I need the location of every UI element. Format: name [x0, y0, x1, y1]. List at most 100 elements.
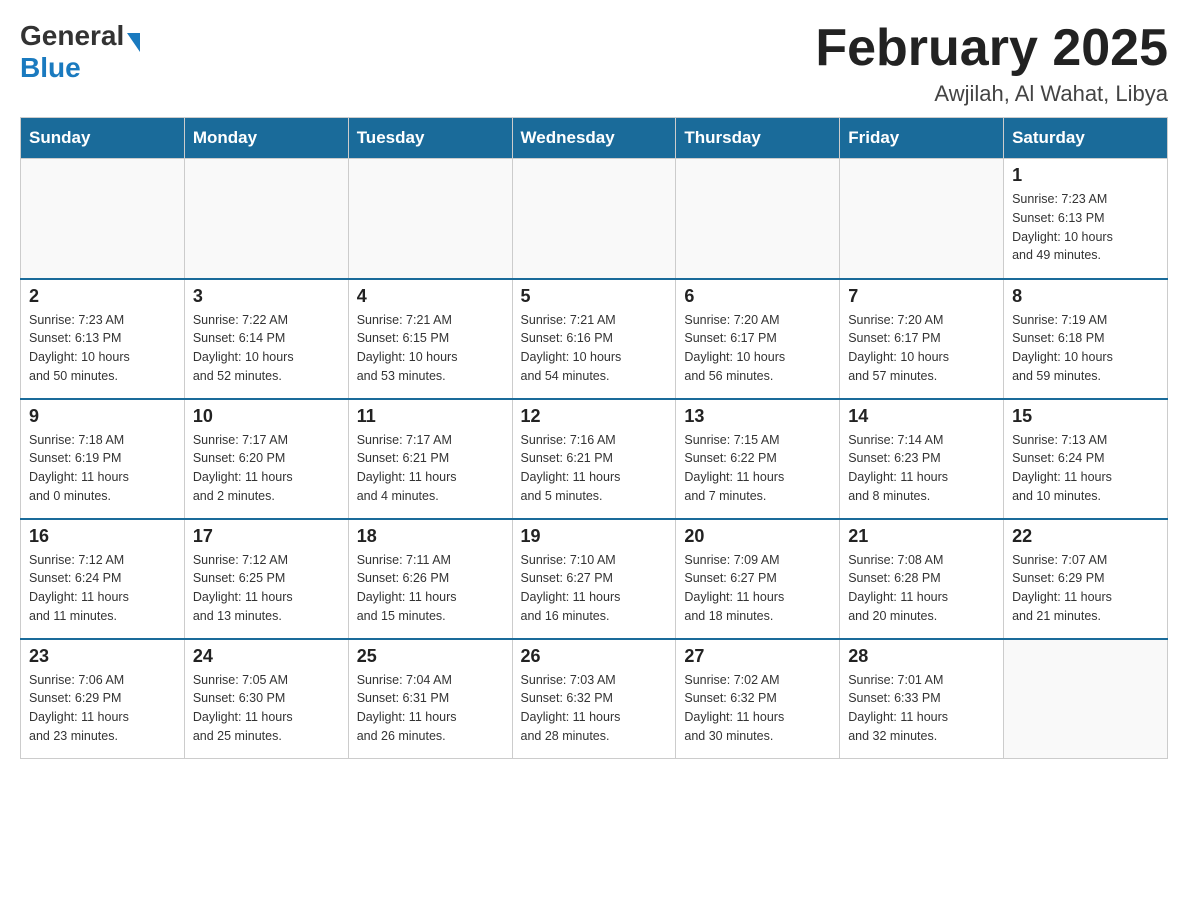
- day-info: Sunrise: 7:17 AMSunset: 6:21 PMDaylight:…: [357, 431, 504, 506]
- day-info: Sunrise: 7:15 AMSunset: 6:22 PMDaylight:…: [684, 431, 831, 506]
- day-number: 15: [1012, 406, 1159, 427]
- day-info: Sunrise: 7:14 AMSunset: 6:23 PMDaylight:…: [848, 431, 995, 506]
- calendar-cell: 20Sunrise: 7:09 AMSunset: 6:27 PMDayligh…: [676, 519, 840, 639]
- calendar-cell: 14 Sunrise: 7:14 AMSunset: 6:23 PMDayligh…: [840, 399, 1004, 519]
- day-info: Sunrise: 7:03 AMSunset: 6:32 PMDaylight:…: [521, 671, 668, 746]
- calendar-cell: [21, 159, 185, 279]
- calendar-header-row: Sunday Monday Tuesday Wednesday Thursday…: [21, 118, 1168, 159]
- calendar-cell: 24 Sunrise: 7:05 AMSunset: 6:30 PMDayligh…: [184, 639, 348, 759]
- calendar-cell: 7 Sunrise: 7:20 AMSunset: 6:17 PMDaylight…: [840, 279, 1004, 399]
- day-info: Sunrise: 7:02 AMSunset: 6:32 PMDaylight:…: [684, 671, 831, 746]
- day-info: Sunrise: 7:22 AMSunset: 6:14 PMDaylight:…: [193, 311, 340, 386]
- calendar-cell: 2 Sunrise: 7:23 AMSunset: 6:13 PMDaylight…: [21, 279, 185, 399]
- day-number: 7: [848, 286, 995, 307]
- calendar-cell: 27 Sunrise: 7:02 AMSunset: 6:32 PMDayligh…: [676, 639, 840, 759]
- calendar-cell: 22 Sunrise: 7:07 AMSunset: 6:29 PMDayligh…: [1004, 519, 1168, 639]
- col-monday: Monday: [184, 118, 348, 159]
- calendar-table: Sunday Monday Tuesday Wednesday Thursday…: [20, 117, 1168, 759]
- col-tuesday: Tuesday: [348, 118, 512, 159]
- day-number: 13: [684, 406, 831, 427]
- day-number: 18: [357, 526, 504, 547]
- day-info: Sunrise: 7:18 AMSunset: 6:19 PMDaylight:…: [29, 431, 176, 506]
- day-info: Sunrise: 7:08 AMSunset: 6:28 PMDaylight:…: [848, 551, 995, 626]
- day-info: Sunrise: 7:13 AMSunset: 6:24 PMDaylight:…: [1012, 431, 1159, 506]
- col-friday: Friday: [840, 118, 1004, 159]
- calendar-week-4: 16Sunrise: 7:12 AMSunset: 6:24 PMDayligh…: [21, 519, 1168, 639]
- day-number: 4: [357, 286, 504, 307]
- col-sunday: Sunday: [21, 118, 185, 159]
- day-info: Sunrise: 7:05 AMSunset: 6:30 PMDaylight:…: [193, 671, 340, 746]
- day-number: 21: [848, 526, 995, 547]
- day-number: 11: [357, 406, 504, 427]
- day-number: 2: [29, 286, 176, 307]
- day-number: 25: [357, 646, 504, 667]
- col-thursday: Thursday: [676, 118, 840, 159]
- day-number: 5: [521, 286, 668, 307]
- calendar-cell: 8 Sunrise: 7:19 AMSunset: 6:18 PMDaylight…: [1004, 279, 1168, 399]
- calendar-cell: 23Sunrise: 7:06 AMSunset: 6:29 PMDayligh…: [21, 639, 185, 759]
- calendar-week-5: 23Sunrise: 7:06 AMSunset: 6:29 PMDayligh…: [21, 639, 1168, 759]
- day-info: Sunrise: 7:23 AMSunset: 6:13 PMDaylight:…: [29, 311, 176, 386]
- calendar-cell: 28Sunrise: 7:01 AMSunset: 6:33 PMDayligh…: [840, 639, 1004, 759]
- calendar-cell: 4 Sunrise: 7:21 AMSunset: 6:15 PMDaylight…: [348, 279, 512, 399]
- calendar-week-3: 9Sunrise: 7:18 AMSunset: 6:19 PMDaylight…: [21, 399, 1168, 519]
- calendar-cell: [676, 159, 840, 279]
- calendar-week-1: 1 Sunrise: 7:23 AMSunset: 6:13 PMDaylight…: [21, 159, 1168, 279]
- day-number: 19: [521, 526, 668, 547]
- calendar-cell: 18 Sunrise: 7:11 AMSunset: 6:26 PMDayligh…: [348, 519, 512, 639]
- calendar-cell: 16Sunrise: 7:12 AMSunset: 6:24 PMDayligh…: [21, 519, 185, 639]
- day-number: 12: [521, 406, 668, 427]
- logo-general-text: General: [20, 20, 124, 52]
- col-saturday: Saturday: [1004, 118, 1168, 159]
- day-info: Sunrise: 7:07 AMSunset: 6:29 PMDaylight:…: [1012, 551, 1159, 626]
- day-number: 20: [684, 526, 831, 547]
- day-info: Sunrise: 7:17 AMSunset: 6:20 PMDaylight:…: [193, 431, 340, 506]
- calendar-cell: [1004, 639, 1168, 759]
- page-header: General Blue February 2025 Awjilah, Al W…: [20, 20, 1168, 107]
- calendar-cell: [840, 159, 1004, 279]
- day-number: 14: [848, 406, 995, 427]
- day-number: 8: [1012, 286, 1159, 307]
- calendar-cell: 13 Sunrise: 7:15 AMSunset: 6:22 PMDayligh…: [676, 399, 840, 519]
- calendar-subtitle: Awjilah, Al Wahat, Libya: [815, 81, 1168, 107]
- day-number: 24: [193, 646, 340, 667]
- day-info: Sunrise: 7:10 AMSunset: 6:27 PMDaylight:…: [521, 551, 668, 626]
- day-info: Sunrise: 7:20 AMSunset: 6:17 PMDaylight:…: [848, 311, 995, 386]
- day-info: Sunrise: 7:12 AMSunset: 6:25 PMDaylight:…: [193, 551, 340, 626]
- calendar-cell: [348, 159, 512, 279]
- calendar-cell: 17 Sunrise: 7:12 AMSunset: 6:25 PMDayligh…: [184, 519, 348, 639]
- calendar-cell: 21 Sunrise: 7:08 AMSunset: 6:28 PMDayligh…: [840, 519, 1004, 639]
- calendar-cell: [512, 159, 676, 279]
- day-number: 26: [521, 646, 668, 667]
- day-number: 3: [193, 286, 340, 307]
- title-section: February 2025 Awjilah, Al Wahat, Libya: [815, 20, 1168, 107]
- day-info: Sunrise: 7:19 AMSunset: 6:18 PMDaylight:…: [1012, 311, 1159, 386]
- calendar-cell: 9Sunrise: 7:18 AMSunset: 6:19 PMDaylight…: [21, 399, 185, 519]
- calendar-title: February 2025: [815, 20, 1168, 77]
- col-wednesday: Wednesday: [512, 118, 676, 159]
- logo: General Blue: [20, 20, 140, 84]
- day-info: Sunrise: 7:11 AMSunset: 6:26 PMDaylight:…: [357, 551, 504, 626]
- calendar-cell: 10 Sunrise: 7:17 AMSunset: 6:20 PMDayligh…: [184, 399, 348, 519]
- day-number: 6: [684, 286, 831, 307]
- calendar-cell: 12 Sunrise: 7:16 AMSunset: 6:21 PMDayligh…: [512, 399, 676, 519]
- day-number: 27: [684, 646, 831, 667]
- calendar-cell: 3 Sunrise: 7:22 AMSunset: 6:14 PMDaylight…: [184, 279, 348, 399]
- day-info: Sunrise: 7:16 AMSunset: 6:21 PMDaylight:…: [521, 431, 668, 506]
- calendar-cell: 26 Sunrise: 7:03 AMSunset: 6:32 PMDayligh…: [512, 639, 676, 759]
- day-number: 1: [1012, 165, 1159, 186]
- day-info: Sunrise: 7:23 AMSunset: 6:13 PMDaylight:…: [1012, 190, 1159, 265]
- day-number: 17: [193, 526, 340, 547]
- calendar-cell: 6Sunrise: 7:20 AMSunset: 6:17 PMDaylight…: [676, 279, 840, 399]
- logo-arrow-icon: [127, 33, 140, 52]
- day-info: Sunrise: 7:12 AMSunset: 6:24 PMDaylight:…: [29, 551, 176, 626]
- calendar-cell: 11 Sunrise: 7:17 AMSunset: 6:21 PMDayligh…: [348, 399, 512, 519]
- day-info: Sunrise: 7:04 AMSunset: 6:31 PMDaylight:…: [357, 671, 504, 746]
- day-info: Sunrise: 7:21 AMSunset: 6:15 PMDaylight:…: [357, 311, 504, 386]
- day-info: Sunrise: 7:21 AMSunset: 6:16 PMDaylight:…: [521, 311, 668, 386]
- day-info: Sunrise: 7:01 AMSunset: 6:33 PMDaylight:…: [848, 671, 995, 746]
- day-number: 22: [1012, 526, 1159, 547]
- day-number: 10: [193, 406, 340, 427]
- logo-blue-text: Blue: [20, 52, 81, 83]
- calendar-cell: [184, 159, 348, 279]
